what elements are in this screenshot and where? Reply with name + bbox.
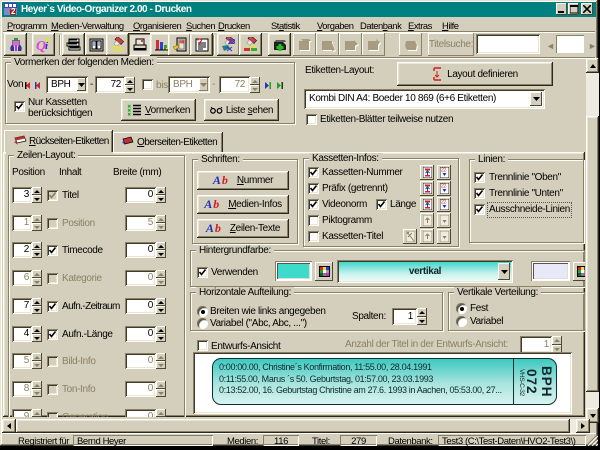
svg-text:22: 22 (441, 200, 446, 206)
svg-text:22: 22 (441, 184, 446, 190)
svg-text:22: 22 (441, 168, 446, 174)
